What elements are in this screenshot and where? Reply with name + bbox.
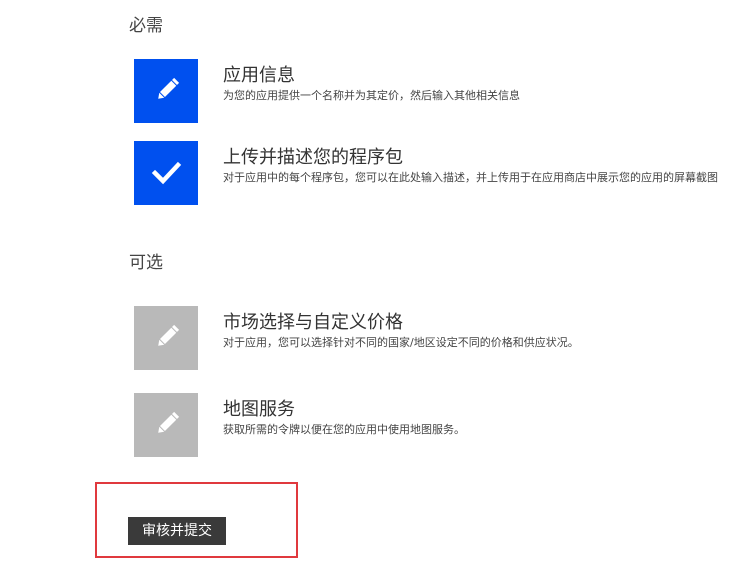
pencil-icon — [134, 393, 198, 457]
required-section-heading: 必需 — [129, 16, 163, 36]
step-app-info-description: 为您的应用提供一个名称并为其定价，然后输入其他相关信息 — [223, 89, 520, 102]
step-app-info-tile[interactable] — [134, 59, 198, 123]
pencil-icon — [134, 306, 198, 370]
step-market-pricing-description: 对于应用，您可以选择针对不同的国家/地区设定不同的价格和供应状况。 — [223, 336, 579, 349]
step-market-pricing-title[interactable]: 市场选择与自定义价格 — [223, 312, 403, 334]
review-and-submit-button[interactable]: 审核并提交 — [128, 517, 226, 545]
step-upload-packages-description: 对于应用中的每个程序包，您可以在此处输入描述，并上传用于在应用商店中展示您的应用… — [223, 171, 718, 184]
checkmark-icon — [134, 141, 198, 205]
step-market-pricing-tile[interactable] — [134, 306, 198, 370]
pencil-icon — [134, 59, 198, 123]
optional-section-heading: 可选 — [129, 253, 163, 273]
step-upload-packages[interactable]: 上传并描述您的程序包 对于应用中的每个程序包，您可以在此处输入描述，并上传用于在… — [134, 141, 752, 205]
step-map-services-tile[interactable] — [134, 393, 198, 457]
step-upload-packages-tile[interactable] — [134, 141, 198, 205]
step-upload-packages-title[interactable]: 上传并描述您的程序包 — [223, 147, 403, 169]
step-map-services-description: 获取所需的令牌以便在您的应用中使用地图服务。 — [223, 423, 465, 436]
step-app-info-title[interactable]: 应用信息 — [223, 65, 295, 87]
step-map-services-title[interactable]: 地图服务 — [223, 399, 295, 421]
step-market-pricing[interactable]: 市场选择与自定义价格 对于应用，您可以选择针对不同的国家/地区设定不同的价格和供… — [134, 306, 752, 370]
step-app-info[interactable]: 应用信息 为您的应用提供一个名称并为其定价，然后输入其他相关信息 — [134, 59, 752, 123]
step-map-services[interactable]: 地图服务 获取所需的令牌以便在您的应用中使用地图服务。 — [134, 393, 752, 457]
